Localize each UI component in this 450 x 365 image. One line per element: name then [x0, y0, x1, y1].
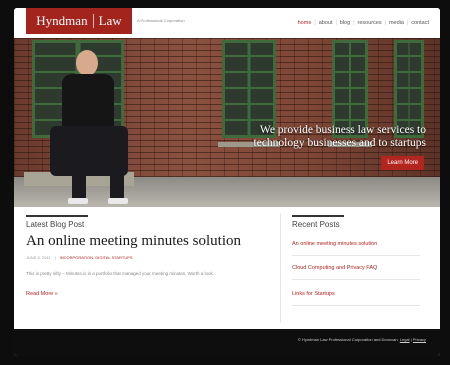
read-more-link[interactable]: Read More »	[26, 291, 58, 297]
logo-law: Law	[98, 13, 122, 28]
post-title-link[interactable]: An online meeting minutes solution	[26, 233, 241, 250]
post-meta: JUNE 6, 2011 | INCORPORATION, DIGITAL ST…	[26, 255, 133, 260]
main-nav: home | about | blog | resources | media …	[295, 20, 432, 26]
meta-divider: |	[54, 255, 56, 260]
site-logo[interactable]: Hyndman Law	[26, 8, 132, 34]
logo-divider	[92, 14, 94, 28]
browser-viewport: Hyndman Law A Professional Corporation h…	[14, 8, 440, 356]
person-shin	[110, 160, 124, 202]
recent-posts-title: Recent Posts	[292, 220, 340, 229]
logo-name: Hyndman	[36, 13, 88, 28]
site-tagline: A Professional Corporation	[137, 18, 185, 23]
nav-media[interactable]: media	[386, 20, 407, 26]
learn-more-button[interactable]: Learn More	[381, 156, 424, 170]
nav-about[interactable]: about	[316, 20, 336, 26]
nav-blog[interactable]: blog	[337, 20, 353, 26]
nav-home[interactable]: home	[295, 20, 315, 26]
post-excerpt: This is pretty nifty – Minutes.io is a p…	[26, 271, 217, 276]
post-date: JUNE 6, 2011	[26, 255, 51, 260]
footer-text: © Hyndman Law Professional Corporation a…	[298, 337, 426, 342]
footer-divider: |	[410, 337, 412, 342]
hero-headline: We provide business law services to tech…	[254, 124, 426, 150]
post-categories[interactable]: INCORPORATION, DIGITAL STARTUPS	[60, 255, 133, 260]
site-footer: © Hyndman Law Professional Corporation a…	[14, 329, 440, 356]
person-shoe	[108, 198, 128, 204]
lawyer-portrait	[40, 50, 140, 205]
hero-banner: We provide business law services to tech…	[14, 38, 440, 207]
legal-link[interactable]: Legal	[400, 337, 410, 342]
person-torso	[62, 74, 114, 129]
footer-copyright: © Hyndman Law Professional Corporation a…	[297, 337, 399, 342]
nav-contact[interactable]: contact	[408, 20, 432, 26]
recent-post-link[interactable]: Cloud Computing and Privacy FAQ	[292, 265, 420, 280]
privacy-link[interactable]: Privacy	[413, 337, 426, 342]
person-shin	[72, 160, 86, 202]
hero-headline-line1: We provide business law services to	[259, 124, 426, 136]
recent-post-link[interactable]: An online meeting minutes solution	[292, 241, 420, 256]
person-shoe	[68, 198, 88, 204]
main-content: Latest Blog Post An online meeting minut…	[14, 207, 440, 329]
section-rule	[292, 215, 344, 217]
person-head	[76, 50, 98, 76]
section-rule	[26, 215, 88, 217]
column-divider	[280, 213, 281, 323]
hero-headline-line2: technology businesses and to startups	[253, 137, 426, 149]
nav-resources[interactable]: resources	[355, 20, 385, 26]
latest-blog-title: Latest Blog Post	[26, 220, 85, 229]
site-header: Hyndman Law A Professional Corporation h…	[14, 8, 440, 38]
recent-post-link[interactable]: Links for Startups	[292, 291, 420, 306]
